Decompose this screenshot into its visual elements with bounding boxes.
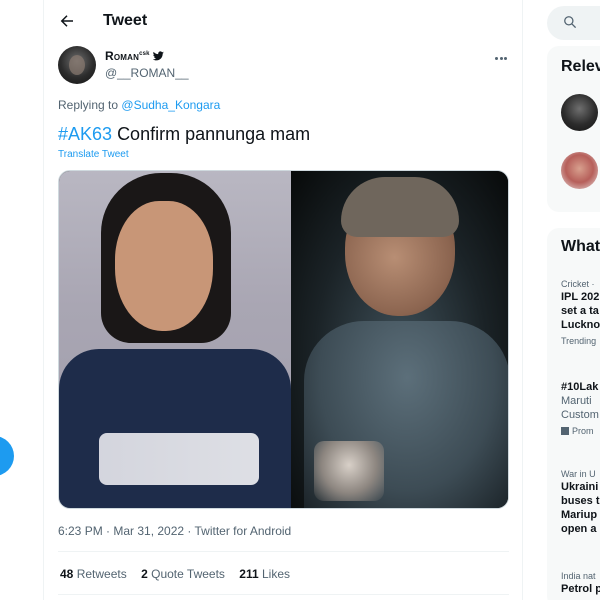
tweet-timestamp[interactable]: 6:23 PM · Mar 31, 2022 · Twitter for And… xyxy=(58,524,291,538)
likes-label: Likes xyxy=(261,567,290,581)
trend-meta: Cricket · xyxy=(561,279,595,289)
author-name-text: Roman xyxy=(105,49,140,63)
quote-tweets-stat[interactable]: 2 Quote Tweets xyxy=(141,567,225,581)
quotes-label: Quote Tweets xyxy=(151,567,225,581)
likes-count: 211 xyxy=(239,567,259,581)
trend-title-line: Luckno xyxy=(561,319,600,331)
trend-title-line: Ukraini xyxy=(561,481,599,493)
photo-figure-hair-right xyxy=(341,177,459,237)
relevant-people-title: Relev xyxy=(561,58,600,75)
trend-sub-line: Custom xyxy=(561,409,599,421)
photo-figure-face xyxy=(115,201,213,331)
tweet-body-text: Confirm pannunga mam xyxy=(117,124,311,144)
tweet-media-image[interactable] xyxy=(58,170,509,509)
trend-sub-line: Maruti xyxy=(561,395,592,407)
photo-hoodie-print xyxy=(99,433,259,485)
reply-mention-link[interactable]: @Sudha_Kongara xyxy=(121,98,220,112)
trend-title-line: Petrol p xyxy=(561,583,600,595)
relevant-people-panel: Relev xyxy=(547,46,600,212)
page: Tweet Romancsk @__ROMAN__ Replying to @S… xyxy=(0,0,600,600)
tweet-stats: 48 Retweets 2 Quote Tweets 211 Likes xyxy=(60,567,301,581)
more-horizontal-icon[interactable] xyxy=(495,47,511,60)
trend-item[interactable]: War in U Ukraini buses t Mariup open a xyxy=(561,468,600,536)
translate-tweet-link[interactable]: Translate Tweet xyxy=(58,149,129,160)
tweet-text: #AK63 Confirm pannunga mam xyxy=(58,124,310,145)
header: Tweet xyxy=(44,0,522,42)
trend-item[interactable]: India nat Petrol p xyxy=(561,570,600,596)
trend-title-line: open a xyxy=(561,523,597,535)
trend-title-line: set a ta xyxy=(561,305,599,317)
replying-to: Replying to @Sudha_Kongara xyxy=(58,98,220,112)
trend-title-line: IPL 202 xyxy=(561,291,600,303)
trend-meta: India nat xyxy=(561,571,596,581)
divider xyxy=(58,551,509,552)
promoted-arrow-icon xyxy=(561,427,569,435)
bird-icon xyxy=(153,51,165,61)
photo-light xyxy=(314,441,384,501)
trend-title-line: buses t xyxy=(561,495,600,507)
avatar[interactable] xyxy=(561,94,598,131)
trend-foot: Prom xyxy=(561,424,599,438)
search-icon xyxy=(564,16,576,28)
reply-prefix: Replying to xyxy=(58,98,119,112)
main-column: Tweet Romancsk @__ROMAN__ Replying to @S… xyxy=(43,0,523,600)
whats-happening-panel: What Cricket · IPL 202 set a ta Luckno T… xyxy=(547,228,600,600)
author-handle[interactable]: @__ROMAN__ xyxy=(105,66,189,80)
page-title: Tweet xyxy=(103,12,148,29)
author-display-name[interactable]: Romancsk xyxy=(105,49,165,63)
author-name-super: csk xyxy=(139,51,150,57)
photo-figure-hoodie xyxy=(59,349,291,508)
trend-item[interactable]: #10Lak Maruti Custom Prom xyxy=(561,380,599,438)
compose-tweet-button[interactable] xyxy=(0,436,14,476)
trend-title-line: Mariup xyxy=(561,509,598,521)
quotes-count: 2 xyxy=(141,567,148,581)
likes-stat[interactable]: 211 Likes xyxy=(239,567,290,581)
promoted-label: Prom xyxy=(572,426,594,436)
divider xyxy=(58,594,509,595)
retweets-label: Retweets xyxy=(76,567,127,581)
trend-meta: War in U xyxy=(561,469,596,479)
retweets-count: 48 xyxy=(60,567,74,581)
whats-happening-title: What xyxy=(561,238,600,255)
trend-foot: Trending xyxy=(561,336,597,346)
arrow-left-icon[interactable] xyxy=(58,12,76,30)
trend-title-line: #10Lak xyxy=(561,381,599,393)
avatar[interactable] xyxy=(561,152,598,189)
author-avatar[interactable] xyxy=(58,46,96,84)
trend-item[interactable]: Cricket · IPL 202 set a ta Luckno Trendi… xyxy=(561,278,600,348)
hashtag-link[interactable]: #AK63 xyxy=(58,124,112,144)
retweets-stat[interactable]: 48 Retweets xyxy=(60,567,127,581)
